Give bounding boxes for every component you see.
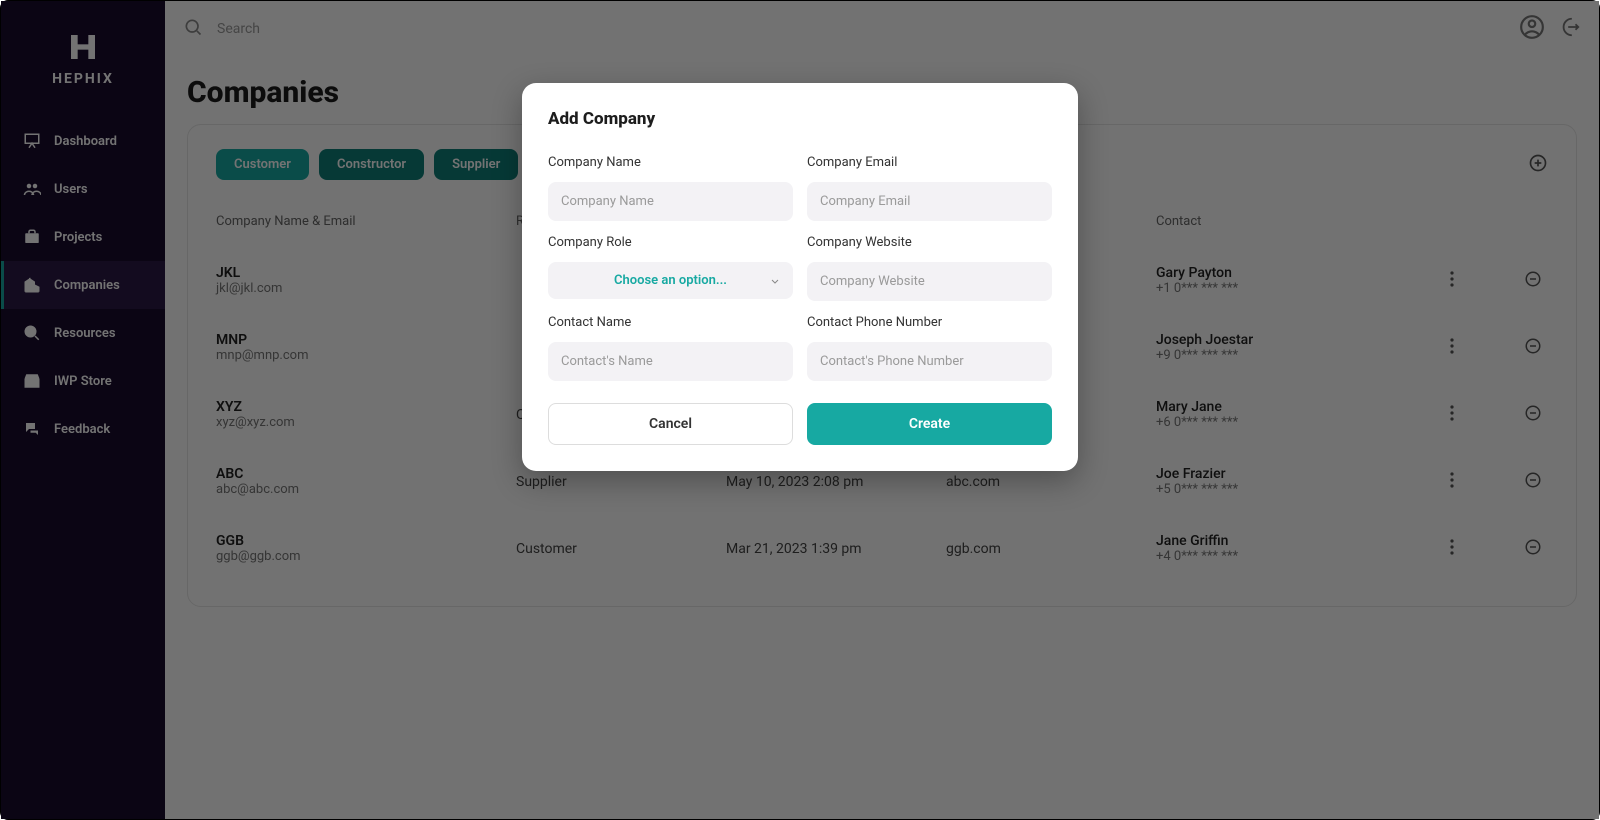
label-company-name: Company Name [548, 155, 793, 170]
input-company-name[interactable] [548, 182, 793, 221]
label-company-website: Company Website [807, 235, 1052, 250]
modal-title: Add Company [548, 109, 1052, 129]
modal-actions: Cancel Create [548, 403, 1052, 445]
label-company-email: Company Email [807, 155, 1052, 170]
cancel-button[interactable]: Cancel [548, 403, 793, 445]
label-company-role: Company Role [548, 235, 793, 250]
input-contact-name[interactable] [548, 342, 793, 381]
label-contact-name: Contact Name [548, 315, 793, 330]
add-company-modal: Add Company Company Name Company Email C… [522, 83, 1078, 471]
select-company-role[interactable]: Choose an option... [548, 262, 793, 301]
modal-form: Company Name Company Email Company Role … [548, 147, 1052, 381]
create-button[interactable]: Create [807, 403, 1052, 445]
label-contact-phone: Contact Phone Number [807, 315, 1052, 330]
modal-overlay[interactable]: Add Company Company Name Company Email C… [1, 1, 1599, 819]
input-company-website[interactable] [807, 262, 1052, 301]
select-company-role-face: Choose an option... [548, 262, 793, 299]
input-company-email[interactable] [807, 182, 1052, 221]
input-contact-phone[interactable] [807, 342, 1052, 381]
